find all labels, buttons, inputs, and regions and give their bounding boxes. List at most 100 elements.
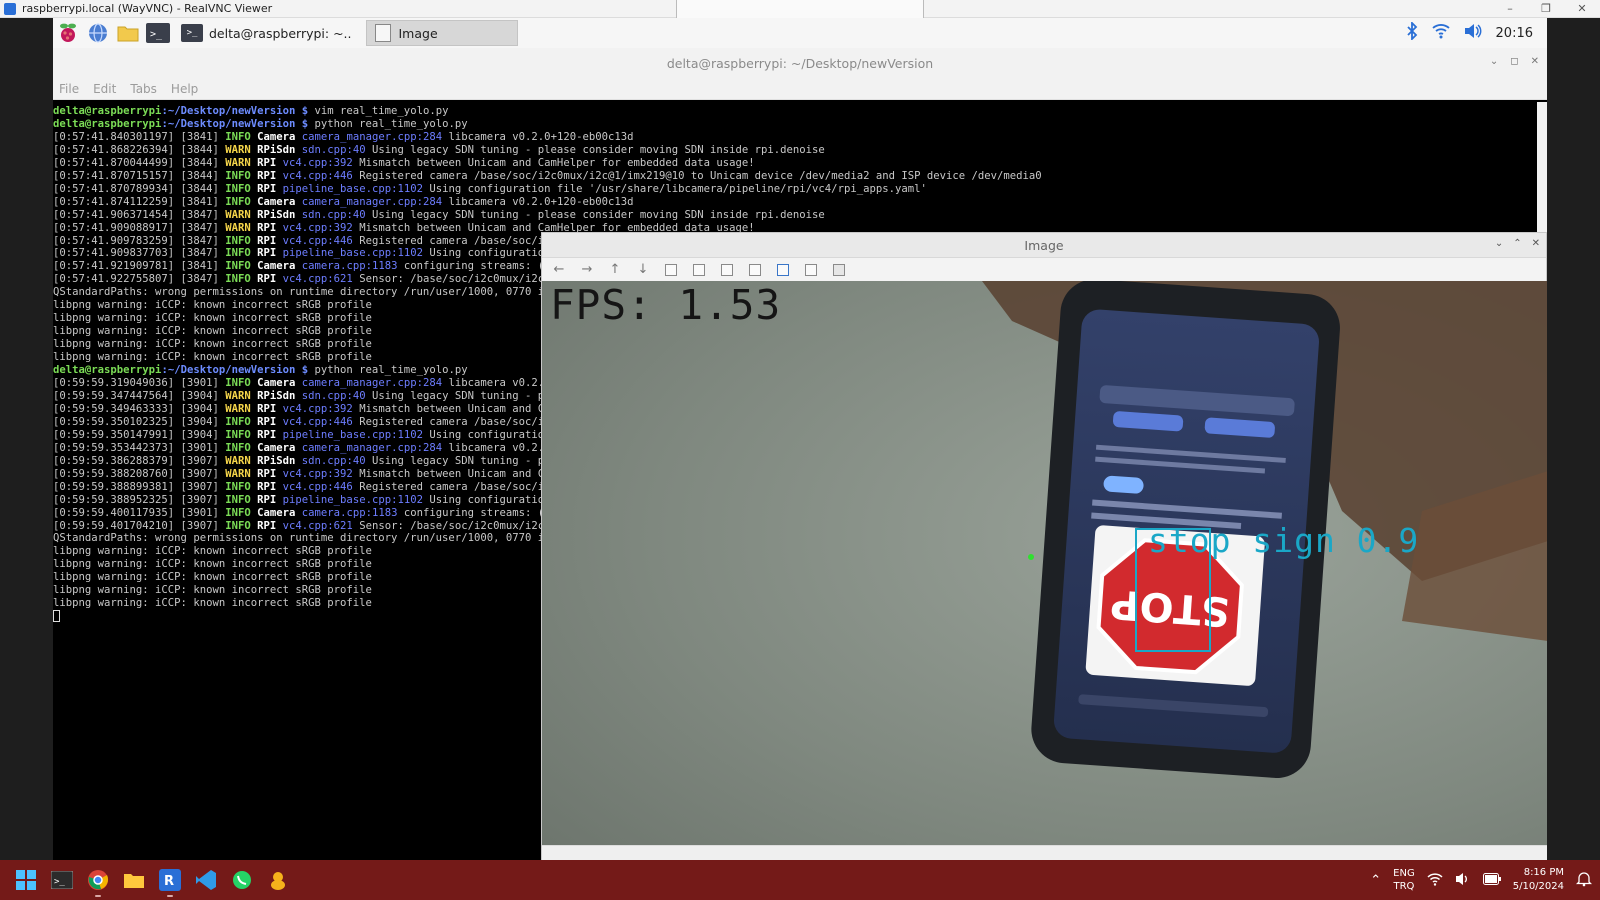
taskbar-item-image[interactable]: Image: [365, 20, 518, 46]
terminal-line: [0:57:41.840301197] [3841] INFO Camera c…: [53, 131, 1547, 144]
menu-file[interactable]: File: [59, 82, 79, 96]
vscode-icon[interactable]: [188, 860, 224, 900]
close-icon[interactable]: ✕: [1532, 238, 1540, 249]
prompt-path: :~/Desktop/newVersion $: [161, 117, 309, 130]
output-text: libpng warning: iCCP: known incorrect sR…: [53, 351, 372, 364]
terminal-launcher-icon[interactable]: >_: [143, 18, 173, 48]
chevron-down-icon[interactable]: ⌄: [1495, 238, 1503, 249]
properties-icon[interactable]: [830, 262, 848, 278]
notification-icon[interactable]: [1575, 871, 1593, 890]
log-level: INFO: [225, 415, 251, 428]
prompt-user: delta@raspberrypi: [53, 364, 162, 377]
log-message: libcamera v0.2.0+120-eb00c13d: [448, 195, 634, 208]
log-level: INFO: [225, 273, 251, 286]
whatsapp-icon[interactable]: [224, 860, 260, 900]
log-message: Registered camera /base/soc/i2c: [359, 415, 557, 428]
output-text: libpng warning: iCCP: known incorrect sR…: [53, 325, 372, 338]
svg-text:R: R: [164, 874, 174, 889]
log-level: WARN: [225, 156, 251, 169]
image-window-titlebar[interactable]: Image ⌄ ⌃ ✕: [542, 233, 1546, 258]
wifi-icon[interactable]: [1427, 872, 1443, 889]
terminal-line: delta@raspberrypi:~/Desktop/newVersion $…: [53, 118, 1547, 131]
detection-label: stop sign 0.9: [1148, 521, 1420, 560]
realvnc-taskbar-icon[interactable]: R: [152, 860, 188, 900]
chevron-down-icon[interactable]: ⌄: [1490, 56, 1498, 67]
close-icon[interactable]: ✕: [1531, 56, 1539, 67]
raspberry-menu-icon[interactable]: [53, 18, 83, 48]
back-icon[interactable]: ←: [550, 262, 568, 278]
log-source: pipeline_base.cpp:1102: [282, 182, 423, 195]
zoom-fit-icon[interactable]: [718, 262, 736, 278]
log-category: Camera: [257, 506, 296, 519]
menu-edit[interactable]: Edit: [93, 82, 116, 96]
copy-icon[interactable]: [802, 262, 820, 278]
log-timestamp: [0:59:59.349463333] [3904]: [53, 402, 226, 415]
log-timestamp: [0:59:59.353442373] [3901]: [53, 441, 226, 454]
log-source: camera_manager.cpp:284: [301, 377, 443, 390]
log-source: sdn.cpp:40: [301, 208, 366, 221]
log-level: INFO: [225, 195, 251, 208]
log-timestamp: [0:57:41.868226394] [3844]: [53, 143, 226, 156]
zoom-in-icon[interactable]: [662, 262, 680, 278]
zoom-reset-icon[interactable]: [746, 262, 764, 278]
log-category: RPiSdn: [257, 454, 296, 467]
terminal-line: delta@raspberrypi:~/Desktop/newVersion $…: [53, 105, 1547, 118]
log-timestamp: [0:57:41.909088917] [3847]: [53, 221, 226, 234]
vnc-titlebar: raspberrypi.local (WayVNC) - RealVNC Vie…: [0, 0, 1600, 21]
log-category: RPiSdn: [257, 208, 296, 221]
up-icon[interactable]: ↑: [606, 262, 624, 278]
input-language[interactable]: ENG TRQ: [1393, 867, 1415, 893]
image-window-icon: [374, 24, 391, 42]
windows-clock[interactable]: 8:16 PM 5/10/2024: [1513, 866, 1564, 894]
restore-button[interactable]: ❐: [1528, 2, 1564, 15]
log-level: INFO: [225, 130, 251, 143]
file-manager-icon[interactable]: [113, 18, 143, 48]
log-timestamp: [0:57:41.909837703] [3847]: [53, 247, 226, 260]
file-explorer-icon[interactable]: [116, 860, 152, 900]
windows-terminal-icon[interactable]: >_: [44, 860, 80, 900]
chevron-up-icon[interactable]: ⌃: [1370, 873, 1381, 888]
menu-tabs[interactable]: Tabs: [130, 82, 157, 96]
forward-icon[interactable]: →: [578, 262, 596, 278]
prompt-path: :~/Desktop/newVersion $: [161, 364, 309, 377]
windows-start-icon[interactable]: [8, 860, 44, 900]
app-icon[interactable]: [260, 860, 296, 900]
chrome-icon[interactable]: [80, 860, 116, 900]
log-level: INFO: [225, 234, 251, 247]
log-timestamp: [0:57:41.909783259] [3847]: [53, 234, 226, 247]
battery-icon[interactable]: [1482, 872, 1501, 888]
output-text: libpng warning: iCCP: known incorrect sR…: [53, 597, 372, 610]
minimize-button[interactable]: –: [1492, 2, 1528, 15]
log-timestamp: [0:57:41.921909781] [3841]: [53, 260, 226, 273]
prompt-user: delta@raspberrypi: [53, 105, 162, 117]
camera-frame[interactable]: STOP FPS: 1.53 stop sign 0.9: [542, 281, 1547, 845]
down-icon[interactable]: ↓: [634, 262, 652, 278]
remote-desktop: >_ >_ delta@raspberrypi: ~.. Image 20:16…: [53, 18, 1547, 860]
web-browser-icon[interactable]: [83, 18, 113, 48]
log-message: Registered camera /base/soc/i2c0mux/i2c@…: [359, 169, 1042, 182]
output-text: libpng warning: iCCP: known incorrect sR…: [53, 584, 372, 597]
bluetooth-icon[interactable]: [1406, 20, 1418, 44]
volume-icon[interactable]: [1464, 23, 1482, 43]
taskbar-item-terminal[interactable]: >_ delta@raspberrypi: ~..: [173, 20, 360, 46]
log-source: pipeline_base.cpp:1102: [282, 247, 423, 260]
output-text: libpng warning: iCCP: known incorrect sR…: [53, 338, 372, 351]
log-timestamp: [0:59:59.347447564] [3904]: [53, 389, 226, 402]
log-level: INFO: [225, 506, 251, 519]
menu-help[interactable]: Help: [171, 82, 198, 96]
zoom-out-icon[interactable]: [690, 262, 708, 278]
pi-clock[interactable]: 20:16: [1496, 26, 1533, 41]
terminal-titlebar[interactable]: delta@raspberrypi: ~/Desktop/newVersion …: [53, 48, 1547, 78]
taskbar-item-label: delta@raspberrypi: ~..: [209, 25, 352, 41]
maximize-icon[interactable]: ◻: [1510, 56, 1518, 67]
wifi-icon[interactable]: [1431, 23, 1450, 43]
volume-icon[interactable]: [1455, 872, 1471, 889]
chevron-up-icon[interactable]: ⌃: [1513, 238, 1521, 249]
log-level: WARN: [225, 402, 251, 415]
save-icon[interactable]: [774, 262, 792, 278]
output-text: QStandardPaths: wrong permissions on run…: [53, 286, 564, 299]
output-text: libpng warning: iCCP: known incorrect sR…: [53, 571, 372, 584]
close-button[interactable]: ✕: [1564, 2, 1600, 15]
log-level: INFO: [225, 519, 251, 532]
log-source: vc4.cpp:621: [282, 519, 353, 532]
